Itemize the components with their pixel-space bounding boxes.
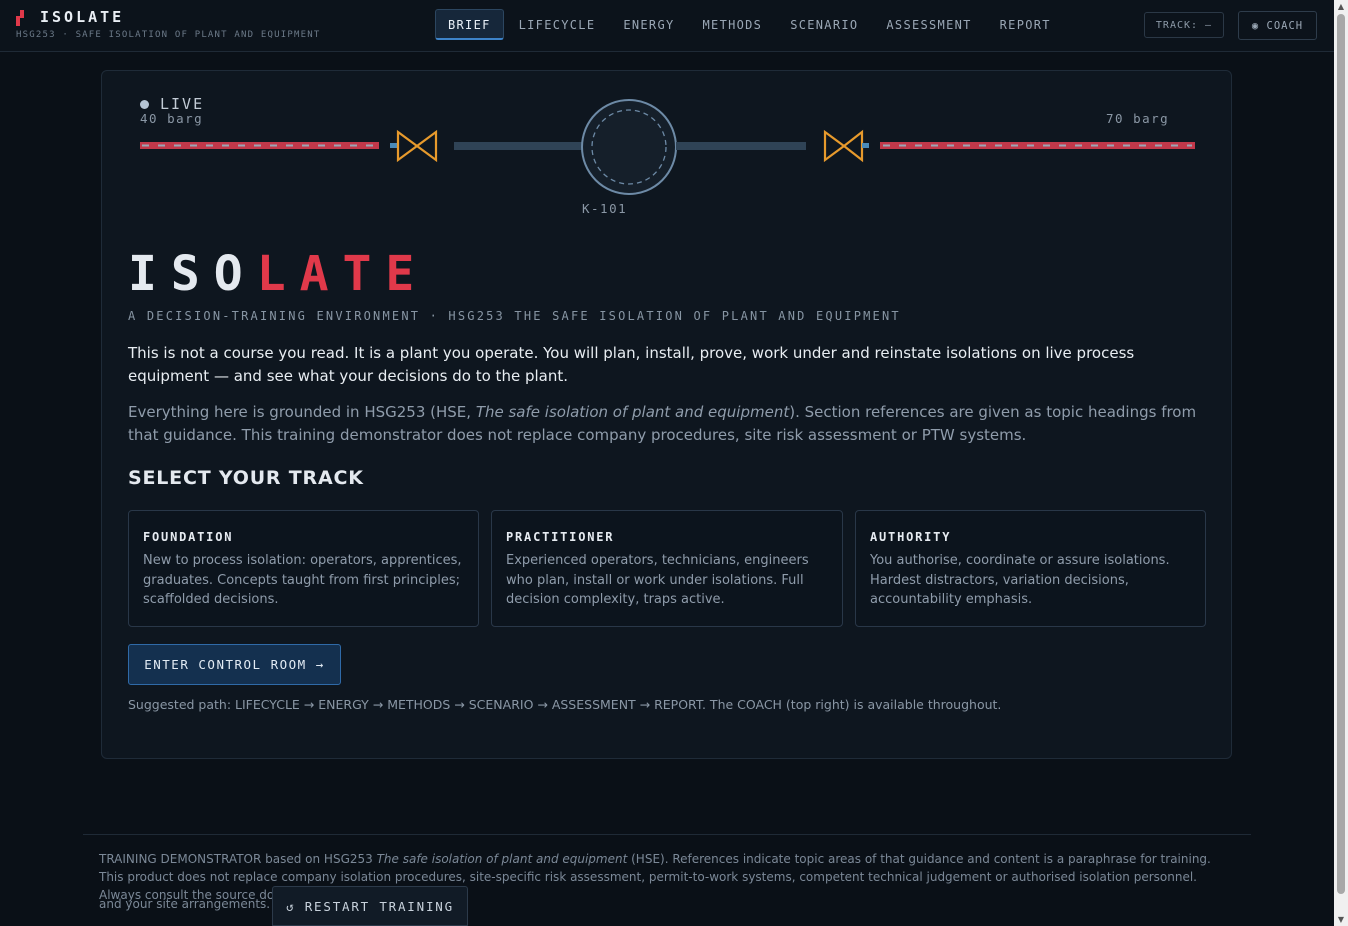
tab-methods[interactable]: METHODS xyxy=(690,9,776,40)
track-card-practitioner[interactable]: PRACTITIONER Experienced operators, tech… xyxy=(491,510,843,627)
card-description: New to process isolation: operators, app… xyxy=(143,553,462,607)
app-subtitle: HSG253 · SAFE ISOLATION OF PLANT AND EQU… xyxy=(16,30,321,40)
brief-panel: LIVE 40 barg 70 barg K-101 ISOLATE A DEC… xyxy=(101,70,1232,759)
intro-text: This is not a course you read. It is a p… xyxy=(128,344,1135,385)
live-line-right xyxy=(880,142,1195,149)
valve-left-icon[interactable] xyxy=(396,129,438,163)
scrollbar-thumb[interactable] xyxy=(1337,14,1345,894)
compressor-icon[interactable] xyxy=(581,99,677,195)
live-dot-icon xyxy=(140,99,149,109)
logo-icon xyxy=(16,8,26,26)
enter-control-room-button[interactable]: ENTER CONTROL ROOM → xyxy=(128,644,341,685)
hero-title-red: LATE xyxy=(256,246,429,302)
card-title: FOUNDATION xyxy=(143,530,234,544)
pipe-stub-left xyxy=(390,143,398,148)
card-title: AUTHORITY xyxy=(870,530,952,544)
tab-scenario[interactable]: SCENARIO xyxy=(777,9,871,40)
card-title: PRACTITIONER xyxy=(506,530,615,544)
track-card-foundation[interactable]: FOUNDATION New to process isolation: ope… xyxy=(128,510,479,627)
footer-disclaimer: TRAINING DEMONSTRATOR based on HSG253 Th… xyxy=(99,850,1224,904)
tab-assessment[interactable]: ASSESSMENT xyxy=(873,9,984,40)
tab-lifecycle[interactable]: LIFECYCLE xyxy=(506,9,609,40)
card-description: Experienced operators, technicians, engi… xyxy=(506,553,809,607)
track-card-authority[interactable]: AUTHORITY You authorise, coordinate or a… xyxy=(855,510,1206,627)
plant-schematic xyxy=(140,99,1195,195)
suggested-path: Suggested path: LIFECYCLE → ENERGY → MET… xyxy=(128,697,1002,712)
hero-tagline: A DECISION-TRAINING ENVIRONMENT · HSG253… xyxy=(128,309,901,323)
main-nav: BRIEF LIFECYCLE ENERGY METHODS SCENARIO … xyxy=(435,9,1066,40)
isolated-line-left xyxy=(454,142,582,150)
component-label: K-101 xyxy=(582,201,628,216)
tab-brief[interactable]: BRIEF xyxy=(435,9,504,40)
app-title: ISOLATE xyxy=(40,8,125,26)
valve-right-icon[interactable] xyxy=(823,129,864,163)
pipe-stub-right xyxy=(862,143,869,148)
coach-button[interactable]: ◉ COACH xyxy=(1238,11,1317,40)
tab-report[interactable]: REPORT xyxy=(987,9,1064,40)
tab-energy[interactable]: ENERGY xyxy=(610,9,687,40)
scroll-down-arrow-icon[interactable]: ▼ xyxy=(1336,915,1346,924)
left-pressure: 40 barg xyxy=(140,111,204,126)
grounded-title: The safe isolation of plant and equipmen… xyxy=(475,403,790,421)
scrollbar[interactable]: ▲ ▼ xyxy=(1334,0,1348,926)
card-description: You authorise, coordinate or assure isol… xyxy=(870,553,1170,607)
isolated-line-right xyxy=(676,142,806,150)
footer-before: TRAINING DEMONSTRATOR based on HSG253 xyxy=(99,852,377,866)
scroll-up-arrow-icon[interactable]: ▲ xyxy=(1336,2,1346,11)
restart-training-button[interactable]: ↺ RESTART TRAINING xyxy=(272,886,468,926)
track-section-title: SELECT YOUR TRACK xyxy=(128,467,364,489)
grounded-before: Everything here is grounded in HSG253 (H… xyxy=(128,403,476,421)
track-indicator[interactable]: TRACK: — xyxy=(1144,12,1224,38)
hero-title-white: ISO xyxy=(128,246,257,302)
top-bar: ISOLATE HSG253 · SAFE ISOLATION OF PLANT… xyxy=(0,0,1334,52)
footer-divider xyxy=(83,834,1251,835)
brand: ISOLATE HSG253 · SAFE ISOLATION OF PLANT… xyxy=(16,8,320,40)
footer-tail: and your site arrangements. xyxy=(99,897,271,911)
right-pressure: 70 barg xyxy=(1106,111,1170,126)
hero-title: ISOLATE xyxy=(128,246,428,302)
footer-title: The safe isolation of plant and equipmen… xyxy=(376,852,628,866)
grounded-text: Everything here is grounded in HSG253 (H… xyxy=(128,401,1208,447)
